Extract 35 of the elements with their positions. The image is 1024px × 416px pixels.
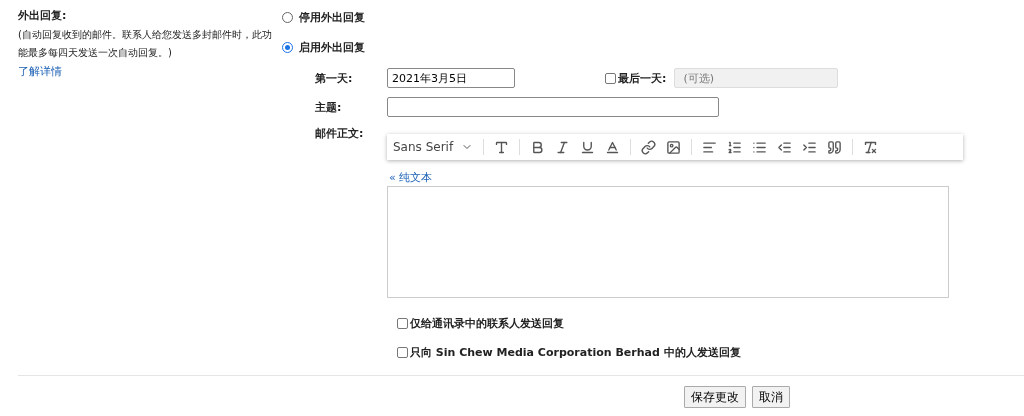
- option-label: 仅给通讯录中的联系人发送回复: [410, 316, 564, 331]
- option-checkbox[interactable]: [397, 318, 408, 329]
- first-day-field[interactable]: 2021年3月5日: [387, 68, 515, 88]
- numbered-list-icon[interactable]: [727, 139, 743, 155]
- subject-field[interactable]: [387, 97, 719, 117]
- quote-icon[interactable]: [827, 139, 843, 155]
- underline-icon[interactable]: [580, 139, 596, 155]
- last-day-label: 最后一天:: [618, 70, 667, 86]
- image-icon[interactable]: [666, 139, 682, 155]
- indent-less-icon[interactable]: [777, 139, 793, 155]
- text-size-icon[interactable]: [494, 139, 510, 155]
- italic-icon[interactable]: [555, 139, 571, 155]
- first-day-label: 第一天:: [315, 70, 354, 86]
- message-body-field[interactable]: [387, 186, 949, 298]
- bulleted-list-icon[interactable]: [752, 139, 768, 155]
- cancel-button[interactable]: 取消: [752, 386, 790, 408]
- link-icon[interactable]: [641, 139, 657, 155]
- option-label: 只向 Sin Chew Media Corporation Berhad 中的人发送回复: [410, 345, 741, 360]
- section-title: 外出回复:: [18, 8, 68, 24]
- last-day-field[interactable]: (可选): [674, 68, 839, 88]
- align-icon[interactable]: [702, 139, 718, 155]
- section-description: (自动回复收到的邮件。联系人给您发送多封邮件时，此功能最多每四天发送一次自动回复。): [18, 28, 272, 60]
- body-label: 邮件正文:: [315, 126, 365, 142]
- learn-more-link[interactable]: 了解详情: [18, 64, 272, 79]
- clear-formatting-icon[interactable]: [863, 139, 879, 155]
- plain-text-link[interactable]: « 纯文本: [389, 170, 433, 185]
- subject-label: 主题:: [315, 99, 343, 115]
- text-color-icon[interactable]: [605, 139, 621, 155]
- radio-label: 停用外出回复: [299, 9, 365, 25]
- radio-label: 启用外出回复: [299, 39, 365, 55]
- last-day-checkbox[interactable]: [605, 72, 616, 84]
- option-checkbox[interactable]: [397, 347, 408, 358]
- indent-more-icon[interactable]: [802, 139, 818, 155]
- save-button[interactable]: 保存更改: [684, 386, 746, 408]
- font-dropdown[interactable]: Sans Serif: [393, 140, 474, 154]
